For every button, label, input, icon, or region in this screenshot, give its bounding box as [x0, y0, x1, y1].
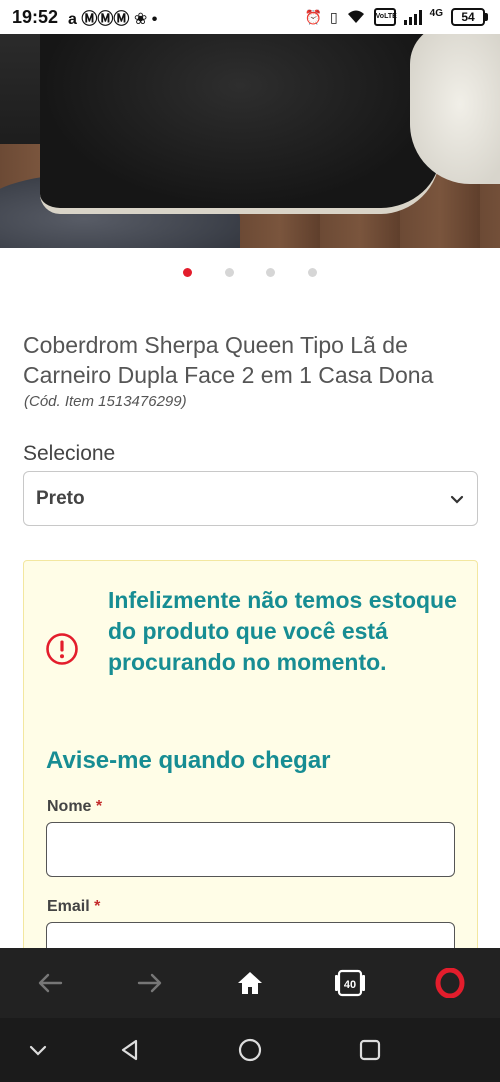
- forward-arrow-icon[interactable]: [132, 965, 168, 1001]
- opera-logo-icon[interactable]: [432, 965, 468, 1001]
- alert-circle-icon: [46, 633, 78, 665]
- name-input[interactable]: [46, 822, 455, 877]
- battery-level: 54: [451, 8, 485, 26]
- product-image[interactable]: [0, 34, 500, 248]
- out-of-stock-panel: Infelizmente não temos estoque do produt…: [23, 560, 478, 980]
- variant-select-label: Selecione: [23, 442, 116, 465]
- carousel-dot-4[interactable]: [308, 268, 317, 277]
- system-nav-bar: [0, 1018, 500, 1082]
- screen: 19:52 a ⓂⓂⓂ ❀ • ⏰ ▯ VoLTE 4G 54 Coberdro…: [0, 0, 500, 1082]
- battery-icon: 54: [451, 8, 488, 26]
- carousel-dot-2[interactable]: [225, 268, 234, 277]
- notification-icons: a ⓂⓂⓂ ❀ •: [68, 11, 158, 28]
- carousel-dot-3[interactable]: [266, 268, 275, 277]
- tab-count: 40: [344, 979, 356, 991]
- status-bar: 19:52 a ⓂⓂⓂ ❀ • ⏰ ▯ VoLTE 4G 54: [0, 0, 500, 34]
- chevron-down-icon: [450, 495, 464, 504]
- home-circle-icon[interactable]: [236, 1036, 264, 1064]
- email-field-label: Email *: [47, 898, 101, 915]
- wifi-icon: [346, 8, 366, 27]
- network-type: 4G: [429, 7, 443, 19]
- notify-me-title: Avise-me quando chegar: [46, 747, 331, 774]
- browser-toolbar: 40: [0, 948, 500, 1018]
- carousel-dot-1[interactable]: [183, 268, 192, 277]
- volte-badge: VoLTE: [373, 8, 397, 26]
- tabs-icon[interactable]: 40: [332, 965, 368, 1001]
- variant-select-value: Preto: [36, 487, 85, 509]
- out-of-stock-message: Infelizmente não temos estoque do produt…: [108, 587, 457, 675]
- vibrate-icon: ▯: [329, 8, 338, 25]
- clock: 19:52: [12, 6, 59, 27]
- signal-icon: [403, 9, 422, 25]
- recents-square-icon[interactable]: [356, 1036, 384, 1064]
- carousel-dots: [0, 268, 500, 280]
- product-title: Coberdrom Sherpa Queen Tipo Lã de Carnei…: [23, 332, 434, 388]
- status-icons: ⏰ ▯ VoLTE 4G 54: [304, 7, 488, 27]
- home-icon[interactable]: [232, 965, 268, 1001]
- product-sku: (Cód. Item 1513476299): [24, 393, 187, 410]
- collapse-chevron-icon[interactable]: [24, 1036, 52, 1064]
- variant-select[interactable]: Preto: [23, 471, 478, 526]
- alarm-icon: ⏰: [304, 8, 322, 25]
- back-triangle-icon[interactable]: [116, 1036, 144, 1064]
- back-arrow-icon[interactable]: [32, 965, 68, 1001]
- name-field-label: Nome *: [47, 798, 103, 815]
